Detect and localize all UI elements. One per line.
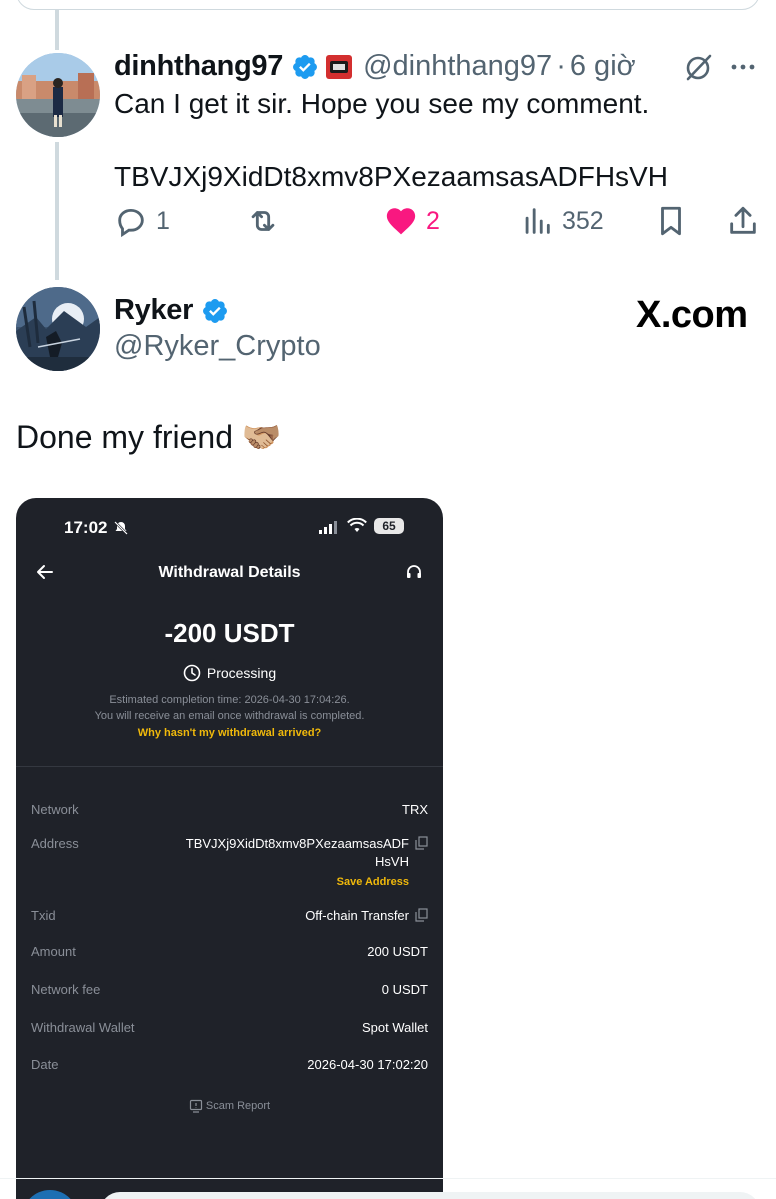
post-text: Done my friend 🫱🏼‍🫲🏽 bbox=[16, 419, 282, 455]
bell-muted-icon bbox=[114, 521, 128, 535]
analytics-icon bbox=[525, 208, 550, 234]
verified-badge-icon bbox=[203, 298, 228, 323]
withdrawal-amount: -200 USDT bbox=[164, 618, 295, 648]
verified-badge-icon bbox=[293, 54, 318, 79]
share-button[interactable] bbox=[726, 204, 760, 238]
comment-icon bbox=[118, 208, 144, 238]
withdrawal-screenshot[interactable]: 17:02 65 Withdrawal Details -200 USDT Pr… bbox=[16, 498, 443, 1199]
tweet-thread-page: dinhthang97 @dinhthang97 · 6 giờ Can I g… bbox=[0, 0, 776, 1199]
grok-icon[interactable] bbox=[684, 52, 714, 82]
avatar[interactable] bbox=[16, 53, 100, 137]
more-icon[interactable] bbox=[730, 56, 756, 78]
wifi-icon bbox=[347, 518, 367, 532]
address-value-line1: TBVJXj9XidDt8xmv8PXezaamsasADF bbox=[185, 836, 409, 851]
date-label: Date bbox=[31, 1057, 59, 1072]
reply-header: dinhthang97 @dinhthang97 · 6 giờ bbox=[114, 50, 636, 83]
amount-value: 200 USDT bbox=[367, 944, 428, 959]
copy-icon[interactable] bbox=[415, 908, 428, 922]
signal-icon bbox=[319, 521, 337, 534]
date-value: 2026-04-30 17:02:20 bbox=[307, 1057, 428, 1072]
user-handle[interactable]: @dinhthang97 bbox=[363, 50, 552, 83]
thread-connector-top bbox=[55, 10, 59, 50]
like-button[interactable]: 2 bbox=[384, 204, 440, 238]
reply-count: 1 bbox=[156, 206, 170, 235]
divider bbox=[0, 1178, 776, 1179]
like-count: 2 bbox=[426, 206, 440, 235]
status-time: 17:02 bbox=[64, 518, 108, 537]
status-row: Processing bbox=[16, 664, 443, 682]
action-bar: 1 2 352 bbox=[114, 204, 760, 248]
quoted-card-edge bbox=[16, 0, 760, 10]
x-watermark: X.com bbox=[636, 294, 748, 336]
fee-value: 0 USDT bbox=[381, 982, 428, 997]
reply-button[interactable]: 1 bbox=[114, 204, 170, 238]
save-address-link[interactable]: Save Address bbox=[337, 876, 409, 888]
section-divider bbox=[16, 766, 443, 767]
fee-label: Network fee bbox=[31, 982, 101, 997]
display-name[interactable]: Ryker bbox=[114, 294, 193, 327]
repost-button[interactable] bbox=[246, 204, 280, 238]
bookmark-button[interactable] bbox=[654, 204, 688, 238]
screen-title: Withdrawal Details bbox=[158, 564, 301, 581]
affiliate-badge-icon bbox=[326, 54, 353, 79]
network-label: Network bbox=[31, 802, 79, 817]
reply-address-text: TBVJXj9XidDt8xmv8PXezaamsasADFHsVH bbox=[114, 161, 668, 192]
wallet-label: Withdrawal Wallet bbox=[31, 1020, 135, 1035]
copy-icon[interactable] bbox=[415, 836, 428, 850]
why-withdrawal-link[interactable]: Why hasn't my withdrawal arrived? bbox=[16, 727, 443, 739]
txid-label: Txid bbox=[31, 908, 56, 923]
reply-text-line: Can I get it sir. Hope you see my commen… bbox=[114, 88, 650, 119]
status-label: Processing bbox=[206, 665, 277, 681]
repost-icon bbox=[251, 211, 275, 231]
share-icon bbox=[730, 206, 756, 234]
address-label: Address bbox=[31, 836, 79, 851]
clock-icon bbox=[183, 664, 201, 682]
user-handle[interactable]: @Ryker_Crypto bbox=[114, 330, 321, 363]
heart-icon bbox=[386, 208, 416, 235]
network-value: TRX bbox=[402, 802, 428, 817]
thread-connector bbox=[55, 142, 59, 280]
battery-indicator: 65 bbox=[374, 518, 404, 534]
avatar[interactable] bbox=[16, 287, 100, 371]
wallet-value: Spot Wallet bbox=[362, 1020, 428, 1035]
txid-value: Off-chain Transfer bbox=[305, 908, 409, 923]
reply-composer[interactable] bbox=[100, 1192, 760, 1199]
views-button[interactable]: 352 bbox=[520, 204, 604, 238]
timestamp[interactable]: 6 giờ bbox=[570, 50, 636, 83]
headset-icon[interactable] bbox=[405, 563, 423, 581]
eta-text: Estimated completion time: 2026-04-30 17… bbox=[109, 694, 350, 706]
post-author: Ryker bbox=[114, 294, 235, 327]
separator: · bbox=[556, 50, 566, 82]
bookmark-icon bbox=[661, 206, 681, 236]
address-value-line2: HsVH bbox=[375, 854, 409, 869]
view-count: 352 bbox=[562, 206, 604, 235]
scam-report-label: Scam Report bbox=[205, 1100, 271, 1112]
amount-label: Amount bbox=[31, 944, 76, 959]
email-note: You will receive an email once withdrawa… bbox=[94, 710, 365, 722]
report-icon bbox=[189, 1099, 202, 1113]
display-name[interactable]: dinhthang97 bbox=[114, 50, 283, 83]
scam-report-button[interactable]: Scam Report bbox=[16, 1099, 443, 1113]
